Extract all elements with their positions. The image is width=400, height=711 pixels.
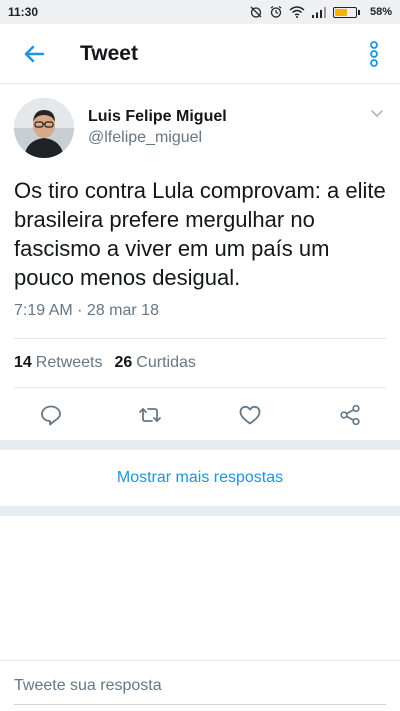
avatar[interactable] [14, 98, 74, 158]
reply-icon [41, 405, 61, 426]
retweet-icon [139, 408, 161, 422]
wifi-icon [289, 6, 305, 18]
vertical-dots-icon [370, 40, 378, 67]
author-text: Luis Felipe Miguel @lfelipe_miguel [88, 98, 227, 147]
retweets-stat[interactable]: 14 Retweets [14, 354, 103, 372]
alarm-icon [270, 6, 282, 18]
retweets-label: Retweets [35, 354, 103, 371]
overflow-menu-button[interactable] [362, 34, 386, 74]
tweet-options-button[interactable] [370, 106, 384, 124]
page-title: Tweet [80, 41, 138, 65]
likes-stat[interactable]: 26 Curtidas [115, 354, 196, 372]
battery-icon [332, 6, 360, 18]
tweet-timestamp: 7:19 AM · 28 mar 18 [14, 302, 159, 319]
battery-percent: 58% [369, 6, 392, 18]
author-handle[interactable]: @lfelipe_miguel [88, 129, 227, 147]
reply-button[interactable] [38, 402, 64, 428]
section-divider [0, 506, 400, 516]
share-button[interactable] [337, 402, 363, 428]
retweet-button[interactable] [137, 402, 163, 428]
likes-count: 26 [114, 354, 133, 371]
status-bar: 11:30 58% [0, 0, 400, 24]
share-icon [340, 404, 360, 426]
like-button[interactable] [237, 402, 263, 428]
avatar-photo [14, 98, 74, 158]
reply-input-underline [14, 704, 386, 705]
tweet-actions [0, 388, 400, 440]
signal-icon [311, 7, 326, 18]
author-name[interactable]: Luis Felipe Miguel [88, 108, 227, 126]
retweets-count: 14 [14, 354, 32, 371]
arrow-left-icon [24, 45, 45, 62]
tweet-text: Os tiro contra Lula comprovam: a elite b… [14, 178, 386, 290]
status-icons: 58% [249, 5, 392, 19]
like-icon [239, 405, 261, 425]
chevron-down-icon [371, 110, 383, 117]
app-bar: Tweet [0, 24, 400, 84]
tweet-stats: 14 Retweets 26 Curtidas [14, 338, 386, 388]
back-button[interactable] [14, 34, 54, 74]
likes-label: Curtidas [136, 354, 196, 371]
section-divider [0, 440, 400, 450]
status-time: 11:30 [8, 5, 39, 19]
alarm-off-icon [250, 6, 262, 18]
author-row: Luis Felipe Miguel @lfelipe_miguel [14, 84, 386, 162]
tweet-detail: Luis Felipe Miguel @lfelipe_miguel Os ti… [0, 84, 400, 320]
reply-composer [0, 660, 400, 711]
show-more-replies-button[interactable]: Mostrar mais respostas [0, 450, 400, 506]
